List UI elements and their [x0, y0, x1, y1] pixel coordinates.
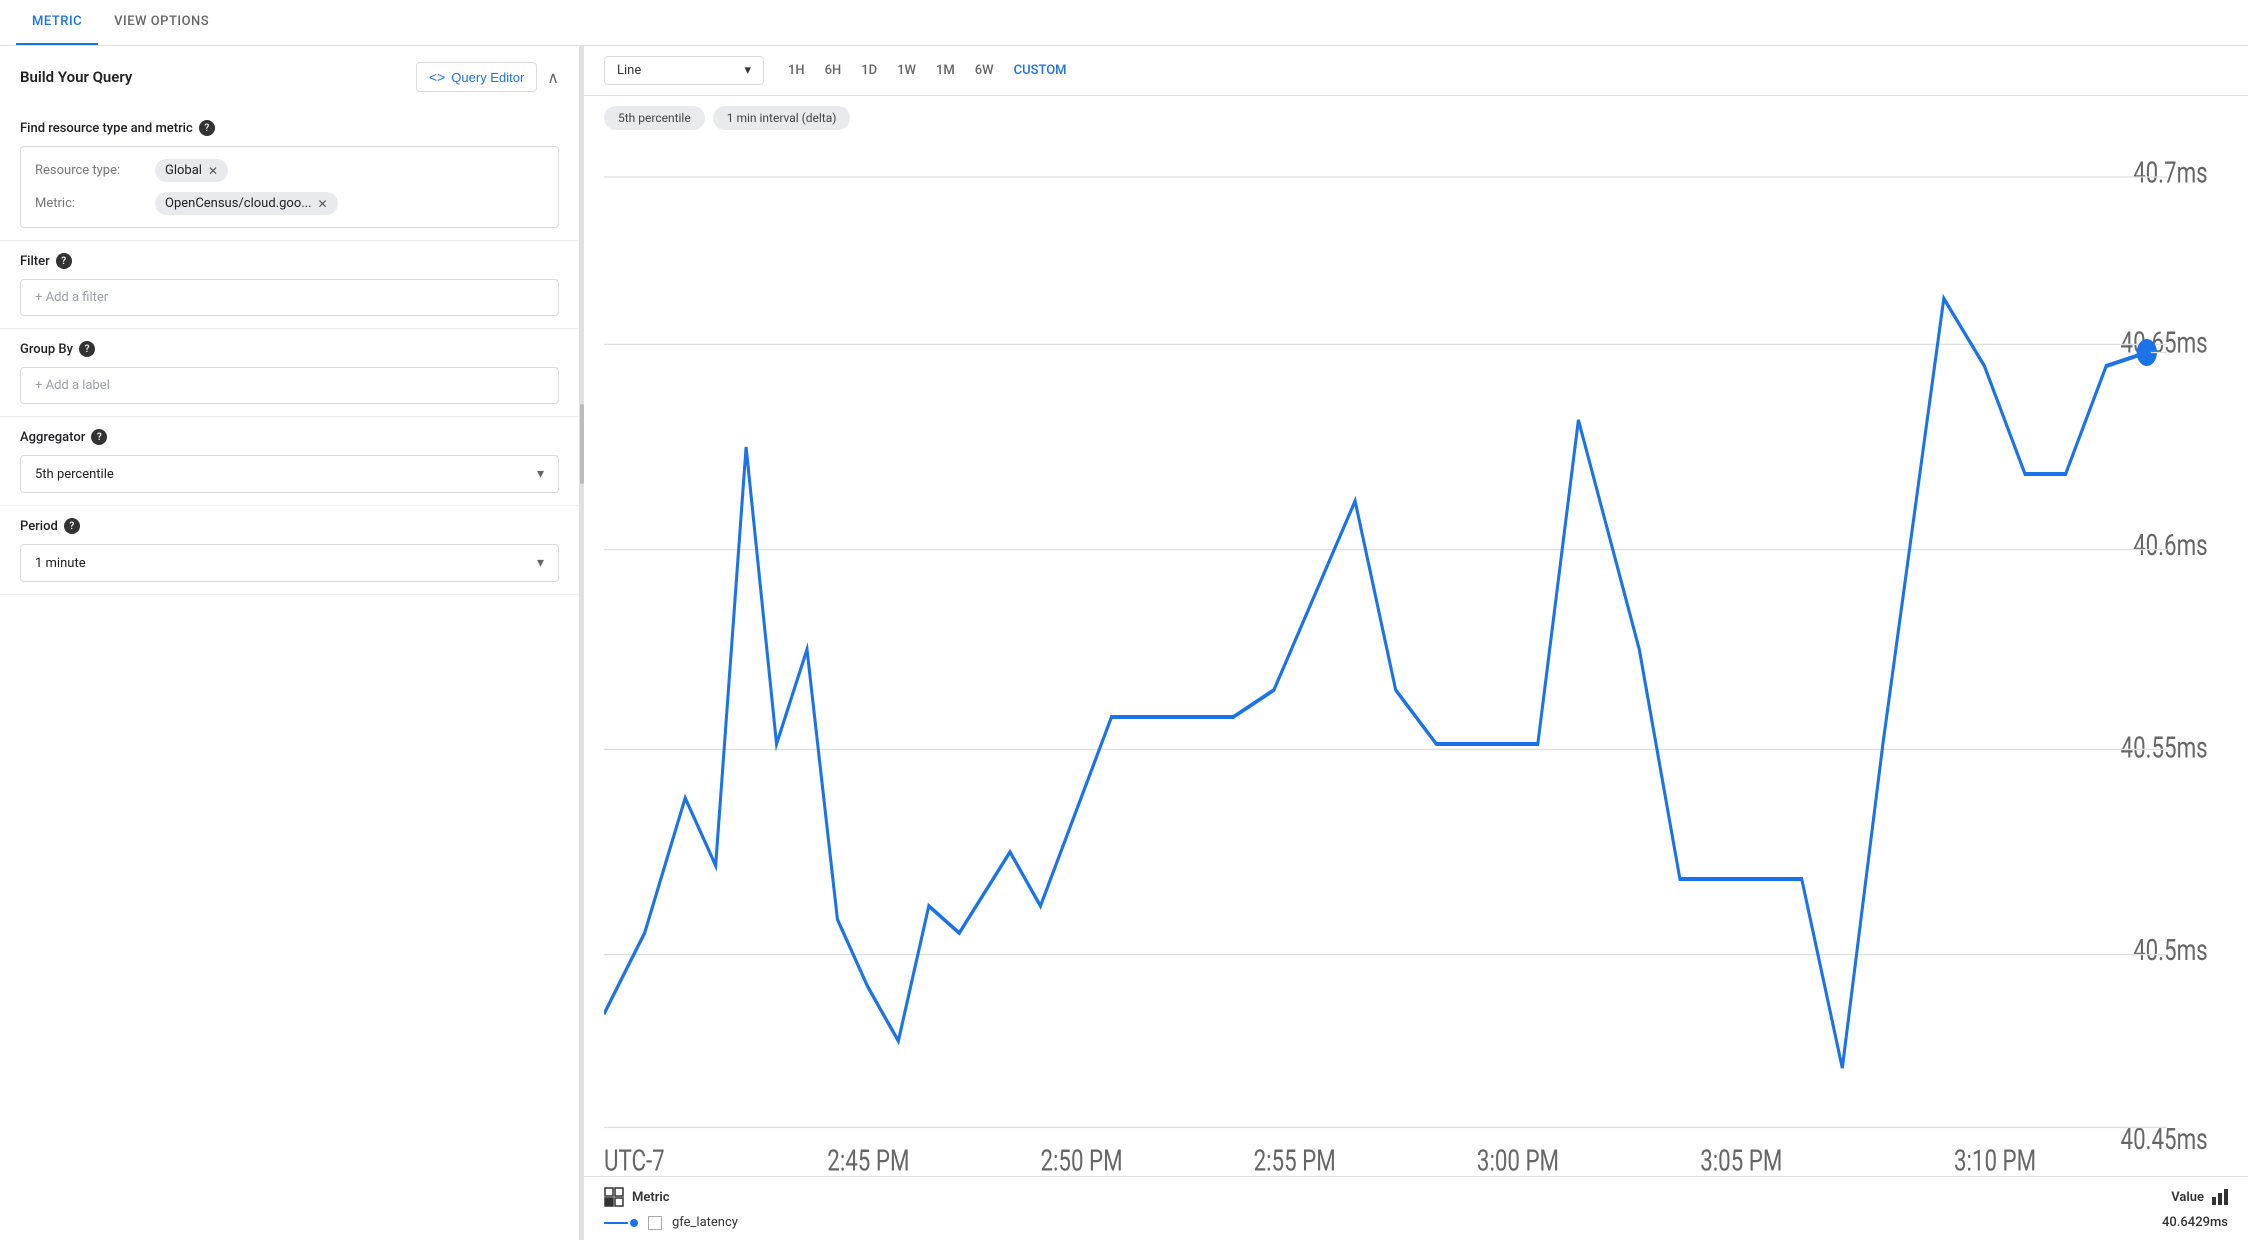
- metric-chip[interactable]: OpenCensus/cloud.goo... ✕: [155, 192, 338, 215]
- time-btn-1w[interactable]: 1W: [897, 63, 916, 78]
- period-value: 1 minute: [35, 556, 86, 571]
- tab-metric[interactable]: METRIC: [16, 0, 98, 45]
- x-label-250: 2:50 PM: [1040, 1145, 1122, 1176]
- period-section: Period ? 1 minute ▾: [0, 506, 579, 595]
- aggregator-select[interactable]: 5th percentile ▾: [20, 455, 559, 493]
- chart-area: 40.7ms 40.65ms 40.6ms 40.55ms 40.5ms 40.…: [584, 140, 2248, 1176]
- legend-line-dot: [604, 1219, 638, 1227]
- period-label: Period ?: [20, 518, 559, 534]
- aggregator-section: Aggregator ? 5th percentile ▾: [0, 417, 579, 506]
- legend-bars-icon: [2212, 1189, 2228, 1205]
- legend-grid-icon: [604, 1187, 624, 1207]
- legend-row: gfe_latency 40.6429ms: [604, 1215, 2228, 1230]
- time-btn-6w[interactable]: 6W: [975, 63, 994, 78]
- chart-line: [604, 299, 2147, 1069]
- legend-section: Metric Value gfe_latency: [584, 1176, 2248, 1240]
- filter-input[interactable]: + Add a filter: [20, 279, 559, 316]
- aggregator-help-icon[interactable]: ?: [91, 429, 107, 445]
- top-tab-bar: METRIC VIEW OPTIONS: [0, 0, 2248, 46]
- line-chart: 40.7ms 40.65ms 40.6ms 40.55ms 40.5ms 40.…: [604, 150, 2228, 1176]
- time-btn-1d[interactable]: 1D: [861, 63, 877, 78]
- group-by-help-icon[interactable]: ?: [79, 341, 95, 357]
- y-label-min: 40.45ms: [2121, 1123, 2208, 1157]
- group-by-section: Group By ? + Add a label: [0, 329, 579, 417]
- bar3: [2224, 1189, 2228, 1205]
- time-range-buttons: 1H 6H 1D 1W 1M 6W CUSTOM: [788, 63, 1067, 78]
- legend-line-segment: [604, 1222, 628, 1224]
- group-by-label: Group By ?: [20, 341, 559, 357]
- legend-value-col-label: Value: [2171, 1189, 2228, 1205]
- filter-section: Filter ? + Add a filter: [0, 241, 579, 329]
- legend-metric-value: 40.6429ms: [2162, 1215, 2228, 1230]
- group-by-input[interactable]: + Add a label: [20, 367, 559, 404]
- period-help-icon[interactable]: ?: [64, 518, 80, 534]
- legend-dot: [630, 1219, 638, 1227]
- code-icon: <>: [429, 69, 445, 85]
- resource-type-chip-close[interactable]: ✕: [208, 164, 218, 178]
- period-select[interactable]: 1 minute ▾: [20, 544, 559, 582]
- aggregator-value: 5th percentile: [35, 467, 114, 482]
- find-resource-help-icon[interactable]: ?: [199, 120, 215, 136]
- query-editor-label: Query Editor: [451, 70, 524, 85]
- bar1: [2212, 1197, 2216, 1205]
- legend-title: Metric: [604, 1187, 670, 1207]
- chart-toolbar: Line ▾ 1H 6H 1D 1W 1M 6W CUSTOM: [584, 46, 2248, 96]
- chart-type-dropdown-icon: ▾: [744, 63, 751, 78]
- collapse-button[interactable]: ∧: [547, 68, 559, 87]
- query-header: Build Your Query <> Query Editor ∧: [0, 46, 579, 108]
- x-label-utc: UTC-7: [604, 1145, 665, 1176]
- chart-filter-chips: 5th percentile 1 min interval (delta): [584, 96, 2248, 140]
- time-btn-6h[interactable]: 6H: [825, 63, 842, 78]
- metric-chip-close[interactable]: ✕: [318, 197, 328, 211]
- find-resource-section: Find resource type and metric ? Resource…: [0, 108, 579, 241]
- legend-metric-col-label: Metric: [632, 1190, 670, 1205]
- x-label-310: 3:10 PM: [1954, 1145, 2036, 1176]
- y-label-max: 40.7ms: [2133, 156, 2208, 190]
- legend-checkbox[interactable]: [648, 1216, 662, 1230]
- chip-5th-percentile[interactable]: 5th percentile: [604, 106, 705, 130]
- period-dropdown-icon: ▾: [537, 555, 544, 571]
- find-resource-label: Find resource type and metric ?: [20, 120, 559, 136]
- filter-help-icon[interactable]: ?: [56, 253, 72, 269]
- build-query-title: Build Your Query: [20, 68, 132, 86]
- resource-type-label: Resource type:: [35, 163, 145, 178]
- metric-row: Metric: OpenCensus/cloud.goo... ✕: [35, 192, 544, 215]
- resource-type-chip[interactable]: Global ✕: [155, 159, 228, 182]
- x-label-255: 2:55 PM: [1254, 1145, 1336, 1176]
- legend-metric-name: gfe_latency: [672, 1215, 2152, 1230]
- y-label-2: 40.6ms: [2133, 529, 2208, 563]
- resource-type-chip-label: Global: [165, 163, 202, 178]
- y-label-3: 40.55ms: [2121, 732, 2208, 766]
- main-content: Build Your Query <> Query Editor ∧ Find …: [0, 46, 2248, 1240]
- x-label-245: 2:45 PM: [827, 1145, 909, 1176]
- query-editor-button[interactable]: <> Query Editor: [416, 62, 537, 92]
- resource-type-row: Resource type: Global ✕: [35, 159, 544, 182]
- right-panel: Line ▾ 1H 6H 1D 1W 1M 6W CUSTOM 5th perc…: [584, 46, 2248, 1240]
- aggregator-dropdown-icon: ▾: [537, 466, 544, 482]
- x-label-300: 3:00 PM: [1477, 1145, 1559, 1176]
- bar2: [2218, 1193, 2222, 1205]
- time-btn-1h[interactable]: 1H: [788, 63, 805, 78]
- legend-header: Metric Value: [604, 1187, 2228, 1207]
- time-btn-custom[interactable]: CUSTOM: [1014, 63, 1067, 78]
- chart-type-select[interactable]: Line ▾: [604, 56, 764, 85]
- chip-interval[interactable]: 1 min interval (delta): [713, 106, 851, 130]
- chart-type-label: Line: [617, 63, 641, 78]
- x-label-305: 3:05 PM: [1700, 1145, 1782, 1176]
- y-label-4: 40.5ms: [2133, 934, 2208, 968]
- resource-box: Resource type: Global ✕ Metric: OpenCens…: [20, 146, 559, 228]
- tab-view-options[interactable]: VIEW OPTIONS: [98, 0, 225, 45]
- metric-chip-label: OpenCensus/cloud.goo...: [165, 196, 312, 211]
- left-panel: Build Your Query <> Query Editor ∧ Find …: [0, 46, 580, 1240]
- aggregator-label: Aggregator ?: [20, 429, 559, 445]
- metric-label: Metric:: [35, 196, 145, 211]
- time-btn-1m[interactable]: 1M: [936, 63, 955, 78]
- filter-label: Filter ?: [20, 253, 559, 269]
